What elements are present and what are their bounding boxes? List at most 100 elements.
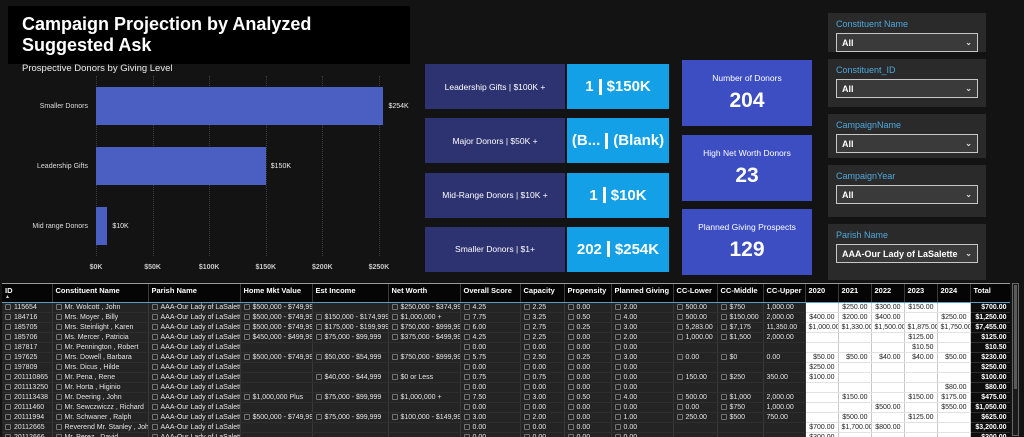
table-cell[interactable]: $500 [717, 413, 763, 423]
table-cell[interactable]: $50.00 [805, 353, 838, 363]
table-cell[interactable]: 0.00 [673, 353, 717, 363]
table-cell[interactable]: 0.00 [611, 383, 673, 393]
table-cell[interactable]: 0.00 [520, 403, 564, 413]
table-cell[interactable]: 0.00 [564, 333, 611, 343]
table-cell[interactable]: 250.00 [673, 413, 717, 423]
table-cell[interactable] [871, 363, 904, 373]
table-cell[interactable]: 0.00 [564, 413, 611, 423]
table-cell[interactable]: 0.00 [564, 423, 611, 433]
table-cell[interactable] [717, 343, 763, 353]
table-cell[interactable]: $75,000 - $99,999 [312, 413, 388, 423]
table-cell[interactable]: 2.75 [520, 323, 564, 333]
table-cell[interactable]: $400.00 [871, 313, 904, 323]
table-row[interactable]: 20111994Mr. Schwaner , RalphAAA-Our Lady… [2, 413, 1010, 423]
table-cell[interactable] [904, 313, 937, 323]
table-cell[interactable]: 0.00 [520, 343, 564, 353]
table-cell[interactable]: 0.00 [564, 373, 611, 383]
table-cell[interactable]: 0.00 [564, 303, 611, 313]
table-cell[interactable]: $500.00 [871, 403, 904, 413]
table-cell[interactable]: 184716 [2, 313, 52, 323]
table-cell[interactable]: 7.50 [460, 393, 520, 403]
column-header[interactable]: 2022 [871, 284, 904, 303]
column-header[interactable]: Planned Giving [611, 284, 673, 303]
table-cell[interactable]: 2.00 [611, 333, 673, 343]
table-cell[interactable]: 5,283.00 [673, 323, 717, 333]
table-cell[interactable] [388, 403, 460, 413]
table-cell[interactable]: 2.00 [611, 303, 673, 313]
table-cell[interactable]: 201113438 [2, 393, 52, 403]
table-cell[interactable]: $75,000 - $99,999 [312, 393, 388, 403]
table-cell[interactable] [763, 383, 805, 393]
table-cell[interactable]: Ms. Mercer , Patricia [52, 333, 148, 343]
table-cell[interactable]: AAA-Our Lady of LaSalette [148, 413, 240, 423]
table-cell[interactable]: 0.75 [460, 373, 520, 383]
table-cell[interactable]: Mr. Schwaner , Ralph [52, 413, 148, 423]
table-row[interactable]: 184716Mrs. Moyer , BillyAAA-Our Lady of … [2, 313, 1010, 323]
table-cell[interactable]: $1,000,000 + [388, 393, 460, 403]
table-cell[interactable]: 0.00 [520, 433, 564, 437]
table-cell[interactable]: 0.00 [564, 403, 611, 413]
table-cell[interactable]: 0.00 [611, 373, 673, 383]
table-cell[interactable] [388, 363, 460, 373]
table-cell[interactable]: 0.00 [520, 363, 564, 373]
table-cell[interactable] [937, 363, 970, 373]
table-cell[interactable] [763, 423, 805, 433]
table-cell[interactable]: 0.00 [564, 433, 611, 437]
table-cell[interactable]: 0.00 [611, 363, 673, 373]
table-cell[interactable] [871, 373, 904, 383]
table-cell[interactable] [937, 373, 970, 383]
table-cell[interactable]: 6.00 [460, 323, 520, 333]
bar[interactable] [96, 207, 107, 245]
table-cell[interactable]: 3.00 [611, 323, 673, 333]
column-header[interactable]: Net Worth [388, 284, 460, 303]
table-cell[interactable]: 0.25 [564, 353, 611, 363]
table-cell[interactable]: 0.00 [611, 343, 673, 353]
table-cell[interactable]: 4.25 [460, 333, 520, 343]
table-cell[interactable]: $250.00 [838, 303, 871, 313]
table-cell[interactable] [312, 403, 388, 413]
table-cell[interactable]: $400.00 [805, 313, 838, 323]
table-cell[interactable]: 0.75 [520, 373, 564, 383]
table-cell[interactable]: 0.00 [460, 433, 520, 437]
table-cell[interactable]: $150,000 - $174,999 [312, 313, 388, 323]
table-cell[interactable] [240, 343, 312, 353]
table-cell[interactable]: 2.00 [520, 413, 564, 423]
column-header[interactable]: 2023 [904, 284, 937, 303]
table-cell[interactable]: $3,200.00 [970, 423, 1010, 433]
table-cell[interactable] [717, 383, 763, 393]
table-cell[interactable]: 0.00 [611, 423, 673, 433]
table-cell[interactable] [312, 303, 388, 313]
table-cell[interactable]: $1,500 [717, 333, 763, 343]
table-cell[interactable] [838, 373, 871, 383]
table-cell[interactable]: 2.25 [520, 303, 564, 313]
table-cell[interactable]: AAA-Our Lady of LaSalette [148, 323, 240, 333]
table-cell[interactable] [805, 383, 838, 393]
table-cell[interactable]: 2.50 [520, 353, 564, 363]
table-cell[interactable] [937, 433, 970, 437]
table-cell[interactable]: 0.00 [611, 403, 673, 413]
table-cell[interactable]: Mrs. Dowell , Barbara [52, 353, 148, 363]
table-cell[interactable]: $750,000 - $999,999 [388, 353, 460, 363]
table-cell[interactable]: $625.00 [970, 413, 1010, 423]
table-cell[interactable]: 2,000.00 [763, 313, 805, 323]
table-cell[interactable]: 20111460 [2, 403, 52, 413]
table-cell[interactable] [312, 383, 388, 393]
table-cell[interactable]: $1,250.00 [970, 313, 1010, 323]
column-header[interactable]: Est Income [312, 284, 388, 303]
table-cell[interactable] [388, 343, 460, 353]
table-cell[interactable]: $375,000 - $499,999 [388, 333, 460, 343]
table-cell[interactable]: Mr. Wolcott , John [52, 303, 148, 313]
table-cell[interactable]: $50.00 [838, 353, 871, 363]
table-cell[interactable]: $150.00 [904, 393, 937, 403]
table-cell[interactable] [937, 303, 970, 313]
table-cell[interactable] [805, 343, 838, 353]
column-header[interactable]: Capacity [520, 284, 564, 303]
table-cell[interactable]: $500.00 [838, 413, 871, 423]
table-cell[interactable]: $175,000 - $199,999 [312, 323, 388, 333]
table-cell[interactable]: Mr. Perez , David [52, 433, 148, 437]
table-cell[interactable]: Mr. Pena , Rene [52, 373, 148, 383]
column-header[interactable]: 2024 [937, 284, 970, 303]
table-cell[interactable]: 3.00 [520, 393, 564, 403]
table-cell[interactable]: 11,350.00 [763, 323, 805, 333]
table-cell[interactable]: $250.00 [805, 363, 838, 373]
